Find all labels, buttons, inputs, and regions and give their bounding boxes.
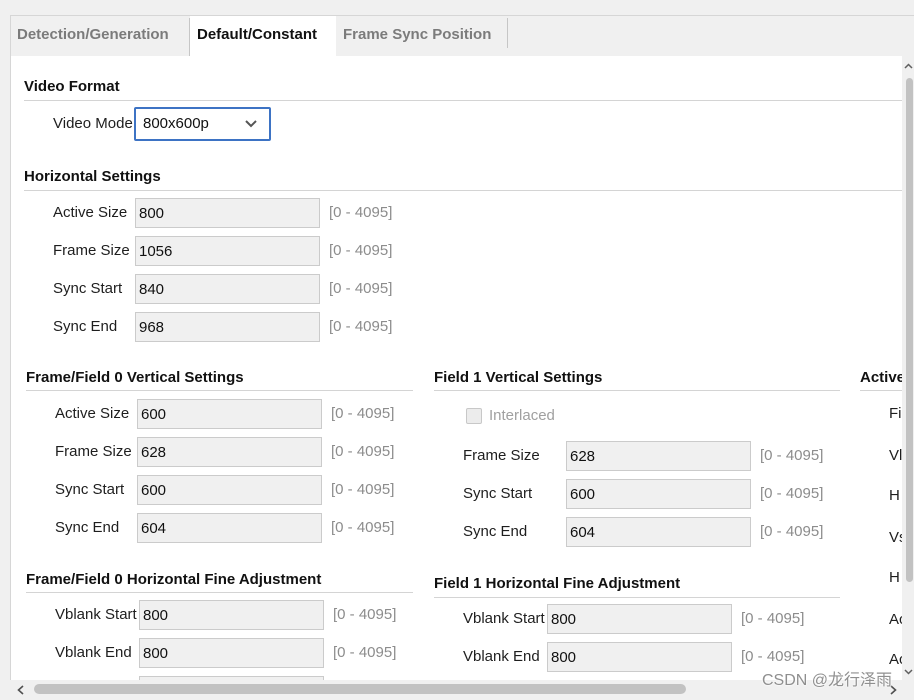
video-mode-label: Video Mode <box>53 115 133 132</box>
scroll-left-icon[interactable] <box>17 685 24 695</box>
vblank-start-input[interactable] <box>547 604 732 634</box>
video-mode-dropdown[interactable]: 800x600p <box>134 107 271 141</box>
interlaced-checkbox[interactable] <box>466 408 482 424</box>
setting-label: Vblank End <box>463 648 540 665</box>
frame-size-input[interactable] <box>137 437 322 467</box>
section-divider <box>860 390 902 391</box>
setting-label: Frame Size <box>53 242 130 259</box>
frame-size-input[interactable] <box>566 441 751 471</box>
range-hint: [0 - 4095] <box>329 204 393 221</box>
range-hint: [0 - 4095] <box>329 242 393 259</box>
sync-end-input[interactable] <box>135 312 320 342</box>
setting-label: Sync Start <box>55 481 125 498</box>
interlaced-label: Interlaced <box>489 407 555 424</box>
horizontal-scrollbar-thumb[interactable] <box>34 684 687 694</box>
section-divider <box>26 390 413 391</box>
scroll-up-icon[interactable] <box>904 63 913 69</box>
clipped-label: H <box>889 569 900 586</box>
setting-label: Sync End <box>55 519 120 536</box>
section-divider <box>26 592 413 593</box>
clipped-label: Vs <box>889 529 902 546</box>
section-divider <box>434 597 840 598</box>
sync-start-input[interactable] <box>135 274 320 304</box>
range-hint: [0 - 4095] <box>760 485 824 502</box>
clipped-label: H <box>889 487 900 504</box>
chevron-down-icon <box>245 120 257 128</box>
vertical-scrollbar[interactable] <box>902 56 914 680</box>
setting-label: Sync Start <box>463 485 533 502</box>
range-hint: [0 - 4095] <box>333 644 397 661</box>
settings-scroll-area: Video Format Video Mode 800x600p Horizon… <box>0 0 902 680</box>
sync-start-input[interactable] <box>137 475 322 505</box>
scroll-down-icon[interactable] <box>904 669 913 675</box>
section-title: Video Format <box>24 78 120 95</box>
sync-end-input[interactable] <box>137 513 322 543</box>
clipped-label: Ac <box>889 611 902 628</box>
setting-label: Frame Size <box>55 443 132 460</box>
sync-start-input[interactable] <box>566 479 751 509</box>
setting-label: Vblank Start <box>55 606 137 623</box>
range-hint: [0 - 4095] <box>741 648 805 665</box>
vblank-end-input[interactable] <box>547 642 732 672</box>
vblank-end-input[interactable] <box>139 638 324 668</box>
scrollbar-corner <box>902 680 914 700</box>
vblank-start-input[interactable] <box>139 600 324 630</box>
setting-label: Frame Size <box>463 447 540 464</box>
clipped-label: Vl <box>889 447 902 464</box>
setting-label: Active Size <box>53 204 128 221</box>
range-hint: [0 - 4095] <box>331 443 395 460</box>
range-hint: [0 - 4095] <box>760 447 824 464</box>
setting-label: Active Size <box>55 405 130 422</box>
section-divider <box>24 190 902 191</box>
setting-label: Vblank End <box>55 644 132 661</box>
setting-label: Vblank Start <box>463 610 545 627</box>
section-title: Frame/Field 0 Horizontal Fine Adjustment <box>26 571 322 588</box>
range-hint: [0 - 4095] <box>331 481 395 498</box>
section-title: Horizontal Settings <box>24 168 161 185</box>
range-hint: [0 - 4095] <box>329 318 393 335</box>
clipped-label: Fi <box>889 405 902 422</box>
section-title: Active <box>860 369 902 386</box>
range-hint: [0 - 4095] <box>760 523 824 540</box>
range-hint: [0 - 4095] <box>333 606 397 623</box>
range-hint: [0 - 4095] <box>741 610 805 627</box>
frame-size-input[interactable] <box>135 236 320 266</box>
active-size-input[interactable] <box>137 399 322 429</box>
clipped-label: Ac <box>889 651 902 668</box>
setting-label: Sync Start <box>53 280 123 297</box>
section-title: Field 1 Horizontal Fine Adjustment <box>434 575 681 592</box>
vertical-scrollbar-thumb[interactable] <box>906 78 913 583</box>
section-divider <box>24 100 902 101</box>
section-divider <box>434 390 840 391</box>
section-title: Frame/Field 0 Vertical Settings <box>26 369 244 386</box>
sync-end-input[interactable] <box>566 517 751 547</box>
range-hint: [0 - 4095] <box>329 280 393 297</box>
range-hint: [0 - 4095] <box>331 519 395 536</box>
active-size-input[interactable] <box>135 198 320 228</box>
setting-label: Sync End <box>53 318 118 335</box>
setting-label: Sync End <box>463 523 528 540</box>
video-mode-value: 800x600p <box>143 115 209 132</box>
section-title: Field 1 Vertical Settings <box>434 369 603 386</box>
range-hint: [0 - 4095] <box>331 405 395 422</box>
watermark: CSDN @龙行泽雨 <box>762 672 893 689</box>
